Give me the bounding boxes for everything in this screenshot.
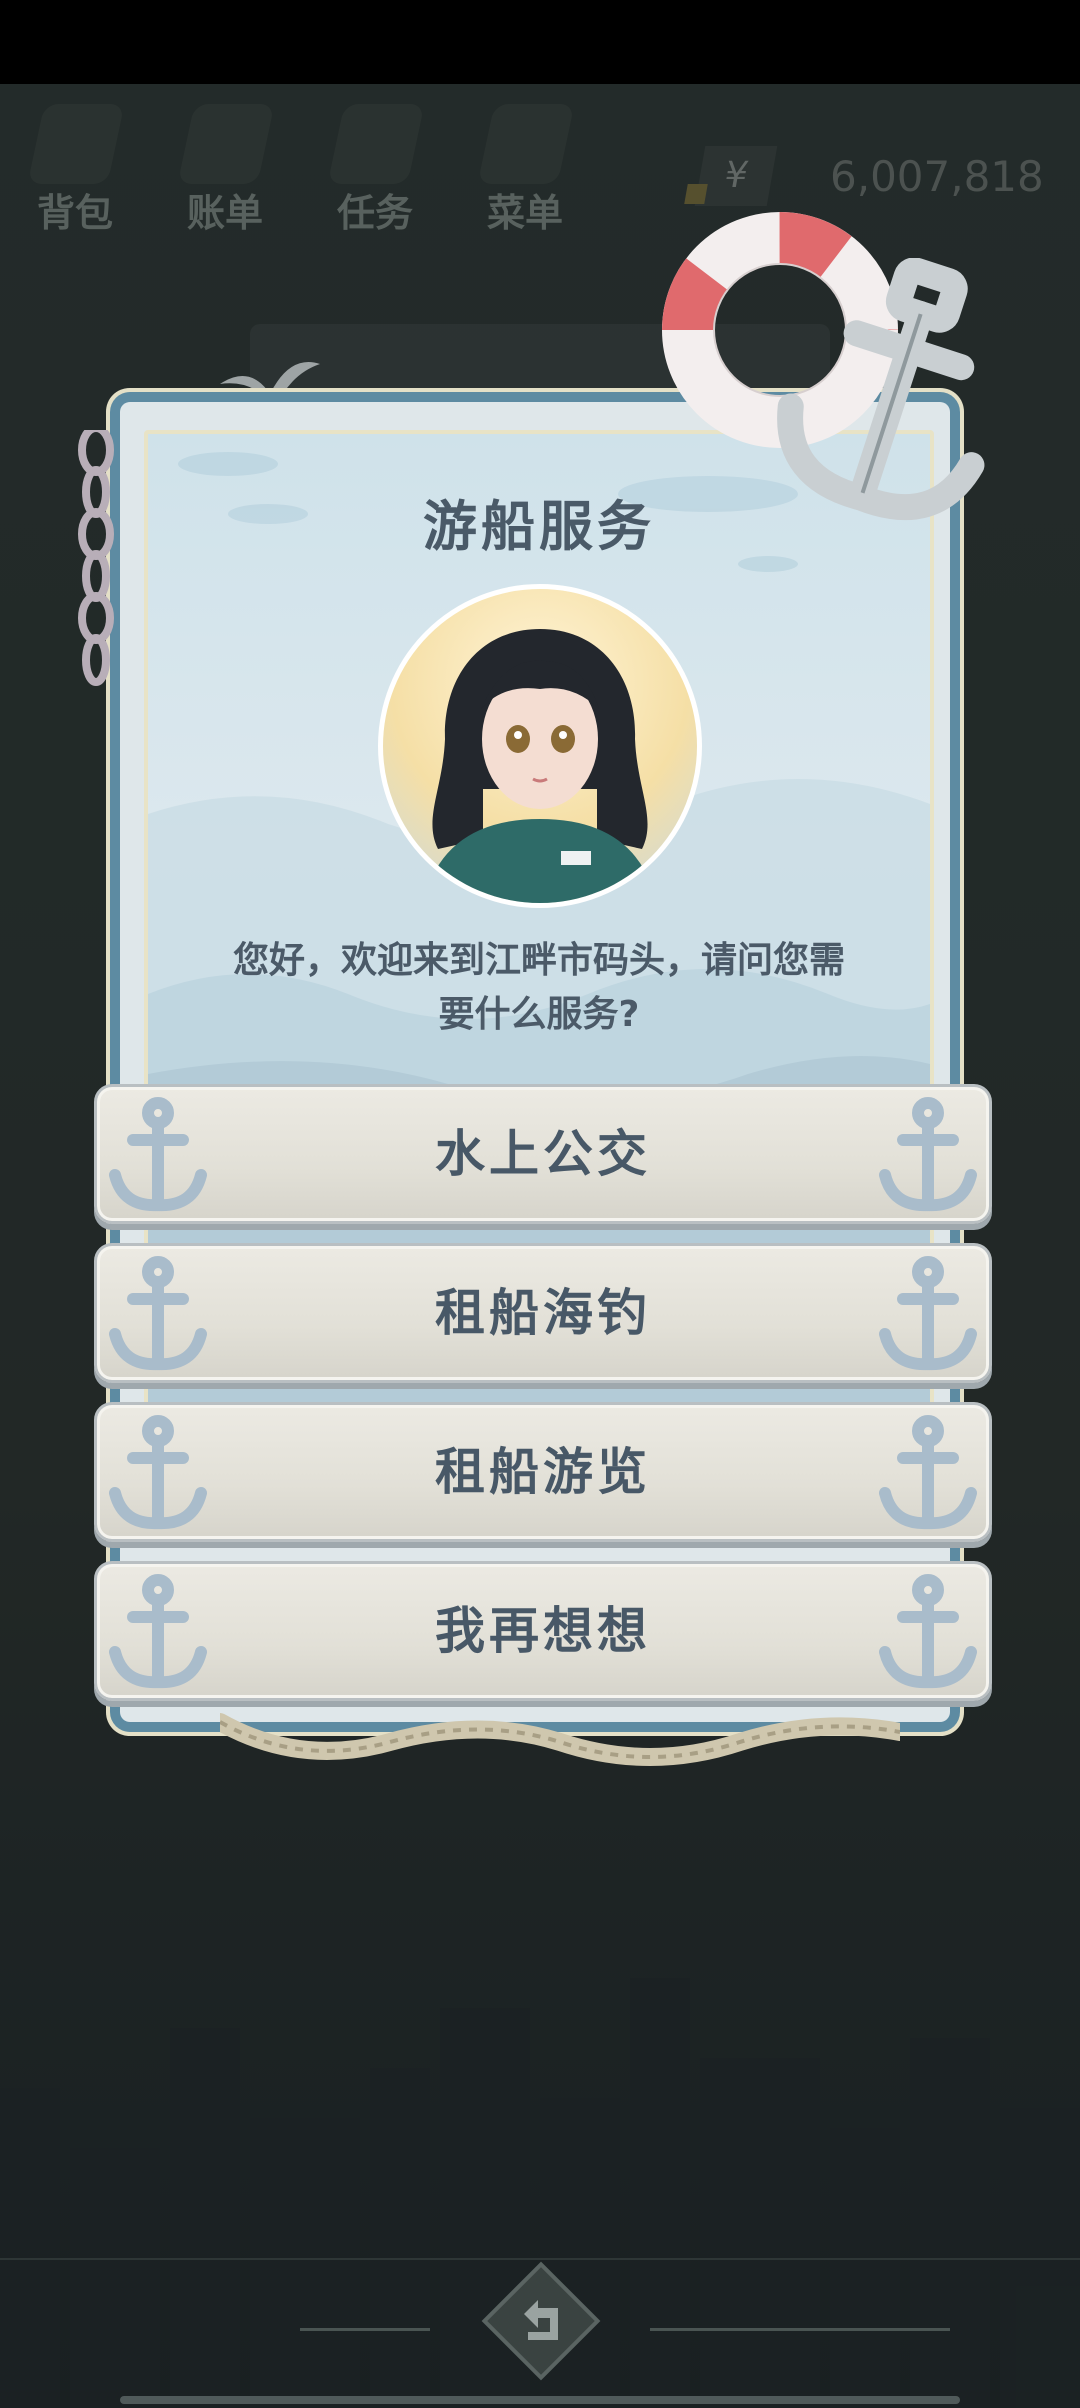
anchor-icon xyxy=(879,1415,977,1530)
anchor-icon xyxy=(879,1256,977,1371)
back-button[interactable] xyxy=(476,2256,606,2386)
npc-avatar xyxy=(378,584,702,908)
nav-divider xyxy=(650,2328,950,2331)
status-bar xyxy=(0,0,1080,84)
npc-message: 您好，欢迎来到江畔市码头，请问您需要什么服务? xyxy=(232,940,845,1035)
boat-tour-label: 租船游览 xyxy=(435,1443,651,1501)
chain-decoration xyxy=(78,430,114,686)
home-indicator[interactable] xyxy=(120,2396,960,2404)
nav-divider xyxy=(300,2328,430,2331)
think-again-label: 我再想想 xyxy=(435,1602,651,1660)
water-bus-button[interactable]: 水上公交 xyxy=(94,1084,992,1224)
sea-fishing-label: 租船海钓 xyxy=(435,1284,651,1342)
anchor-icon xyxy=(879,1574,977,1689)
npc-portrait-icon xyxy=(423,629,657,903)
anchor-icon xyxy=(777,258,985,521)
sea-fishing-button[interactable]: 租船海钓 xyxy=(94,1243,992,1383)
boat-tour-button[interactable]: 租船游览 xyxy=(94,1402,992,1542)
rope-decoration xyxy=(220,1713,900,1766)
water-bus-label: 水上公交 xyxy=(435,1125,651,1183)
anchor-icon xyxy=(879,1097,977,1212)
think-again-button[interactable]: 我再想想 xyxy=(94,1561,992,1701)
